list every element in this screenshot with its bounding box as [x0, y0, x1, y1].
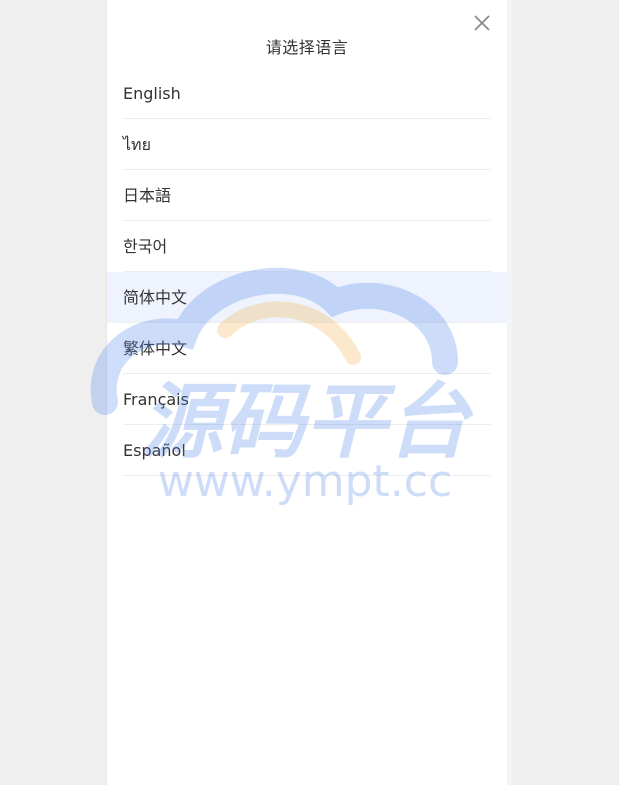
language-label: 繁体中文: [123, 339, 188, 358]
panel-right-strip: [507, 0, 512, 785]
language-label: Français: [123, 390, 189, 409]
close-icon: [474, 15, 490, 31]
close-button[interactable]: [471, 12, 493, 34]
dialog-title: 请选择语言: [265, 38, 349, 57]
language-option-korean[interactable]: 한국어: [107, 221, 507, 272]
divider: [123, 475, 491, 476]
language-dialog: 请选择语言 English ไทย 日本語 한국어 简体中文 繁体中文 Fran…: [107, 0, 507, 785]
language-label: Español: [123, 441, 186, 460]
language-option-thai[interactable]: ไทย: [107, 119, 507, 170]
language-list: English ไทย 日本語 한국어 简体中文 繁体中文 Français E…: [107, 68, 507, 476]
language-option-simplified-chinese[interactable]: 简体中文: [107, 272, 507, 323]
language-label: 简体中文: [123, 288, 188, 307]
language-label: ไทย: [123, 135, 151, 154]
language-label: 日本語: [123, 186, 172, 205]
language-option-french[interactable]: Français: [107, 374, 507, 425]
language-option-japanese[interactable]: 日本語: [107, 170, 507, 221]
language-option-english[interactable]: English: [107, 68, 507, 119]
language-option-spanish[interactable]: Español: [107, 425, 507, 476]
language-label: English: [123, 84, 181, 103]
language-option-traditional-chinese[interactable]: 繁体中文: [107, 323, 507, 374]
language-label: 한국어: [123, 237, 168, 256]
